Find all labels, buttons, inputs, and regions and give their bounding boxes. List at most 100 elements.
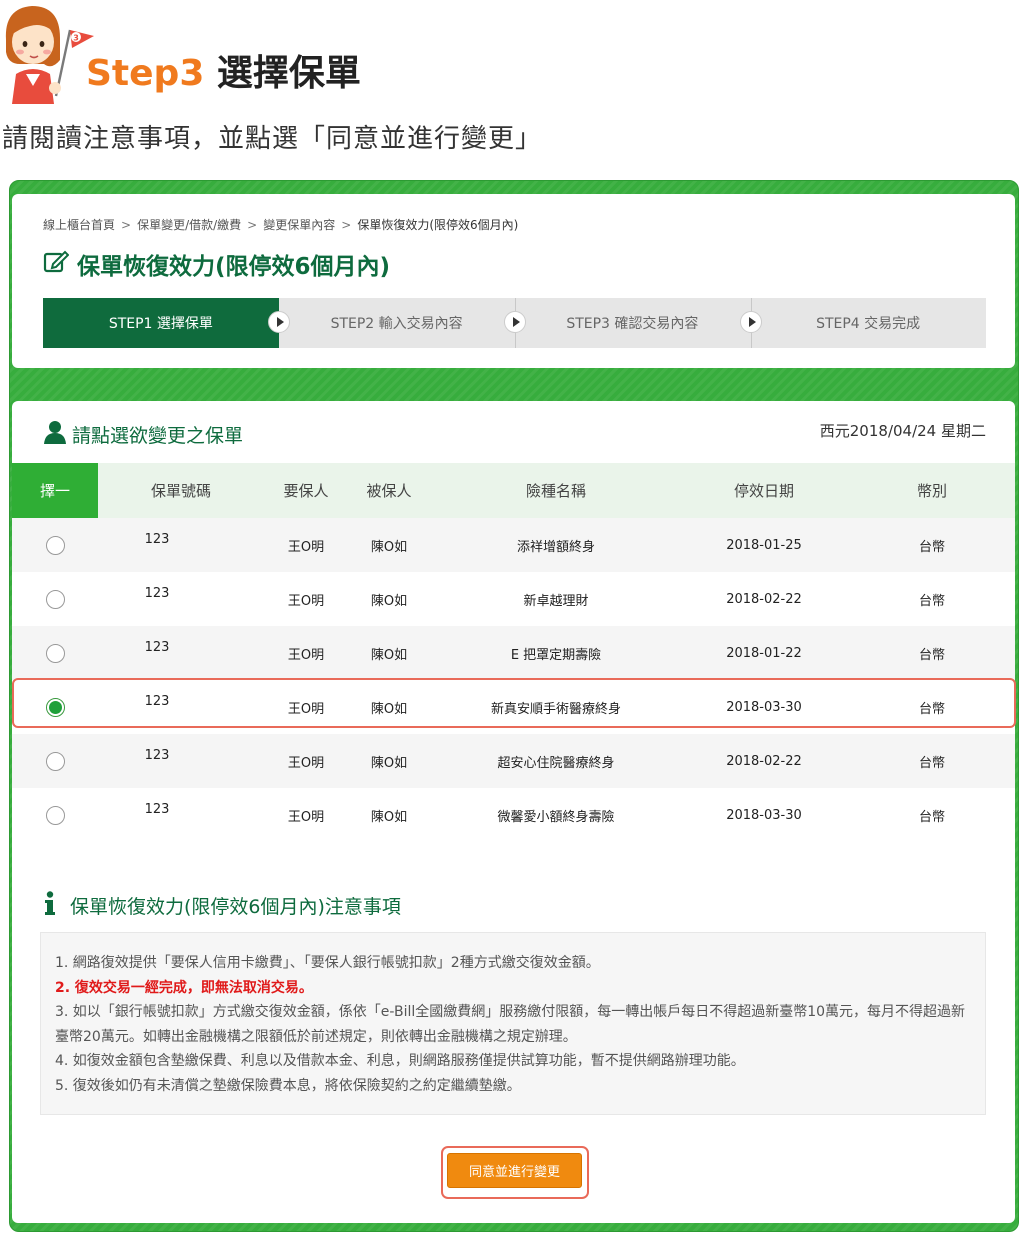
cell-insured: 陳O如: [370, 809, 408, 825]
breadcrumb-separator: >: [341, 218, 352, 232]
step-4-label: STEP4 交易完成: [816, 316, 921, 332]
row-select-cell: [12, 572, 98, 626]
cell-product: 新卓越理財: [523, 593, 589, 609]
header-product: 險種名稱: [525, 482, 586, 500]
section-title: 請點選欲變更之保單: [72, 424, 244, 447]
cell-product: 超安心住院醫療終身: [497, 755, 615, 771]
row-select-cell: [12, 626, 98, 680]
step-1: STEP1 選擇保單: [43, 298, 279, 348]
cell-policy-no: 123: [144, 693, 170, 709]
current-date: 西元2018/04/24 星期二: [819, 422, 986, 440]
agree-and-change-button[interactable]: 同意並進行變更: [447, 1153, 582, 1188]
table-row[interactable]: 123 王O明 陳O如 新卓越理財 2018-02-22 台幣: [12, 572, 1015, 626]
cell-product: E 把罩定期壽險: [510, 647, 602, 663]
breadcrumb-separator: >: [121, 218, 132, 232]
table-row[interactable]: 123 王O明 陳O如 超安心住院醫療終身 2018-02-22 台幣: [12, 734, 1015, 788]
row-select-cell: [12, 788, 98, 842]
flag-number: 3: [73, 34, 79, 43]
cell-policy-no: 123: [144, 639, 170, 655]
cell-insured: 陳O如: [370, 539, 408, 555]
header-lapse-date: 停效日期: [733, 482, 794, 500]
select-radio[interactable]: [45, 751, 65, 771]
breadcrumb-policy-service[interactable]: 保單變更/借款/繳費: [137, 218, 241, 232]
cell-applicant: 王O明: [287, 593, 325, 609]
cell-applicant: 王O明: [287, 809, 325, 825]
cell-lapse-date: 2018-01-22: [726, 645, 802, 661]
cell-insured: 陳O如: [370, 701, 408, 717]
cell-product: 新真安順手術醫療終身: [490, 701, 621, 717]
cell-currency: 台幣: [918, 593, 945, 609]
notice-heading: 保單恢復效力(限停效6個月內)注意事項: [44, 890, 401, 920]
page-title-text: 保單恢復效力(限停效6個月內): [77, 254, 391, 280]
select-radio[interactable]: [45, 643, 65, 663]
step-3-label: STEP3 確認交易內容: [566, 316, 699, 332]
notice-item: 3. 如以「銀行帳號扣款」方式繳交復效金額，係依「e-Bill全國繳費網」服務繳…: [55, 1004, 966, 1045]
cell-currency: 台幣: [918, 701, 945, 717]
cell-lapse-date: 2018-03-30: [726, 807, 802, 823]
cell-currency: 台幣: [918, 755, 945, 771]
breadcrumb-separator: >: [247, 218, 258, 232]
notice-title: 保單恢復效力(限停效6個月內)注意事項: [70, 895, 401, 918]
breadcrumb-current: 保單恢復效力(限停效6個月內): [357, 218, 519, 232]
cell-insured: 陳O如: [370, 755, 408, 771]
cell-policy-no: 123: [144, 747, 170, 763]
heading-step: Step3: [86, 53, 205, 94]
cell-product: 添祥增額終身: [516, 539, 595, 555]
cell-policy-no: 123: [144, 531, 170, 547]
edit-icon: [43, 250, 70, 278]
table-row[interactable]: 123 王O明 陳O如 新真安順手術醫療終身 2018-03-30 台幣: [12, 680, 1015, 734]
cell-applicant: 王O明: [287, 647, 325, 663]
cell-policy-no: 123: [144, 801, 170, 817]
info-icon: [44, 891, 56, 919]
table-row[interactable]: 123 王O明 陳O如 E 把罩定期壽險 2018-01-22 台幣: [12, 626, 1015, 680]
cell-applicant: 王O明: [287, 539, 325, 555]
play-arrow-icon: [740, 311, 762, 333]
step-1-label: STEP1 選擇保單: [108, 316, 213, 332]
notice-list: 1. 網路復效提供「要保人信用卡繳費」、「要保人銀行帳號扣款」2種方式繳交復效金…: [55, 951, 975, 1098]
table-row[interactable]: 123 王O明 陳O如 微馨愛小額終身壽險 2018-03-30 台幣: [12, 788, 1015, 842]
notice-item: 2. 復效交易一經完成，即無法取消交易。: [55, 979, 313, 996]
header-applicant: 要保人: [283, 482, 329, 500]
select-radio[interactable]: [45, 697, 65, 717]
table-row[interactable]: 123 王O明 陳O如 添祥增額終身 2018-01-25 台幣: [12, 518, 1015, 572]
header-policy-no: 保單號碼: [150, 482, 211, 500]
page-heading: Step3 選擇保單: [86, 50, 361, 98]
step-4: STEP4 交易完成: [750, 298, 986, 348]
select-radio[interactable]: [45, 589, 65, 609]
policy-table: 擇一 保單號碼 要保人 被保人 險種名稱 停效日期 幣別 123 王O明 陳O如 添祥…: [12, 463, 1015, 842]
step-3: STEP3 確認交易內容: [515, 298, 751, 348]
cell-currency: 台幣: [918, 809, 945, 825]
section-heading: 請點選欲變更之保單: [44, 420, 243, 448]
cell-insured: 陳O如: [370, 593, 408, 609]
step-2-label: STEP2 輸入交易內容: [330, 316, 463, 332]
breadcrumb-change-policy[interactable]: 變更保單內容: [263, 218, 335, 232]
heading-title: 選擇保單: [216, 53, 361, 94]
step-progress: STEP1 選擇保單 STEP2 輸入交易內容 STEP3 確認交易內容 STE…: [43, 298, 986, 348]
play-arrow-icon: [268, 311, 290, 333]
step-2: STEP2 輸入交易內容: [279, 298, 515, 348]
page-title: 保單恢復效力(限停效6個月內): [43, 246, 390, 282]
cell-product: 微馨愛小額終身壽險: [497, 809, 615, 825]
header-select: 擇一: [12, 463, 98, 518]
breadcrumb: 線上櫃台首頁 > 保單變更/借款/繳費 > 變更保單內容 > 保單恢復效力(限停效6個月內): [43, 216, 518, 233]
notice-item: 1. 網路復效提供「要保人信用卡繳費」、「要保人銀行帳號扣款」2種方式繳交復效金…: [55, 955, 600, 971]
instruction-text: 請閱讀注意事項，並點選「同意並進行變更」: [2, 124, 543, 154]
breadcrumb-home[interactable]: 線上櫃台首頁: [43, 218, 115, 232]
notice-item: 4. 如復效金額包含墊繳保費、利息以及借款本金、利息，則網路服務僅提供試算功能，…: [55, 1053, 745, 1069]
row-select-cell: [12, 518, 98, 572]
cell-lapse-date: 2018-02-22: [726, 591, 802, 607]
row-select-cell: [12, 734, 98, 788]
cell-currency: 台幣: [918, 647, 945, 663]
select-radio[interactable]: [45, 805, 65, 825]
cell-lapse-date: 2018-02-22: [726, 753, 802, 769]
table-body: 123 王O明 陳O如 添祥增額終身 2018-01-25 台幣 123 王O明 陳O如 新卓越理…: [12, 518, 1015, 842]
header-currency: 幣別: [916, 482, 947, 500]
user-icon: [44, 420, 66, 448]
cell-lapse-date: 2018-03-30: [726, 699, 802, 715]
header-insured: 被保人: [366, 482, 412, 500]
mascot-illustration: 3: [0, 0, 96, 104]
row-select-cell: [12, 680, 98, 734]
cell-applicant: 王O明: [287, 755, 325, 771]
notice-item: 5. 復效後如仍有未清償之墊繳保險費本息，將依保險契約之約定繼續墊繳。: [55, 1077, 521, 1094]
select-radio[interactable]: [45, 535, 65, 555]
